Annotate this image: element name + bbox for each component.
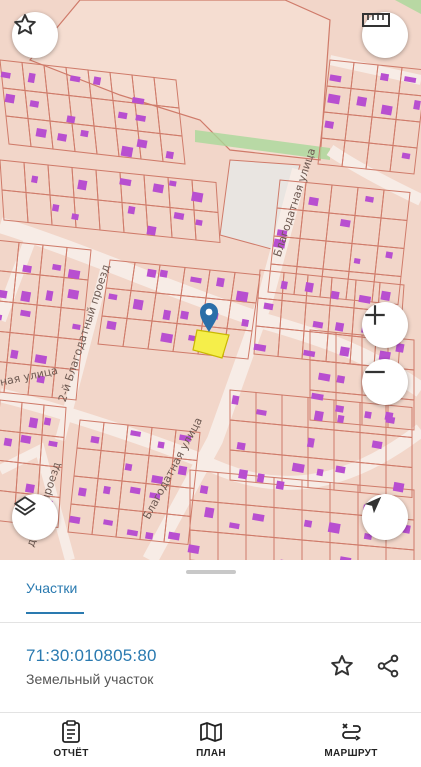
divider — [0, 712, 421, 713]
minus-icon — [365, 370, 385, 374]
star-outline-icon — [14, 14, 36, 35]
ruler-button[interactable] — [362, 12, 408, 58]
parcel-type: Земельный участок — [26, 671, 154, 687]
locate-button[interactable] — [362, 494, 408, 540]
nav-report-label: ОТЧЁТ — [53, 748, 89, 759]
divider — [0, 622, 421, 623]
nav-plan[interactable]: ПЛАН — [161, 720, 261, 759]
star-outline-icon — [331, 655, 353, 676]
zoom-in-button[interactable] — [362, 302, 408, 348]
share-button[interactable] — [372, 650, 404, 682]
ruler-icon — [362, 13, 390, 27]
tab-indicator — [26, 612, 84, 614]
map-canvas — [0, 0, 421, 565]
sheet-drag-handle[interactable] — [186, 570, 236, 574]
nav-report[interactable]: ОТЧЁТ — [21, 720, 121, 759]
favorite-button[interactable] — [326, 650, 358, 682]
favorite-map-button[interactable] — [12, 12, 58, 58]
tab-parcels[interactable]: Участки — [26, 580, 77, 596]
layers-button[interactable] — [12, 494, 58, 540]
clipboard-icon — [62, 720, 80, 743]
nav-route-label: МАРШРУТ — [324, 748, 378, 759]
map-icon — [200, 722, 222, 742]
share-icon — [377, 654, 399, 678]
plus-icon — [365, 305, 385, 325]
zoom-out-button[interactable] — [362, 359, 408, 405]
nav-route[interactable]: МАРШРУТ — [301, 720, 401, 759]
layers-icon — [14, 496, 36, 516]
route-icon — [342, 723, 361, 741]
cadastral-map[interactable]: Благодатная улица 2-й Благодатный проезд… — [0, 0, 421, 565]
parcel-info-sheet: Участки 71:30:010805:80 Земельный участо… — [0, 560, 421, 767]
cadastral-number[interactable]: 71:30:010805:80 — [26, 646, 157, 666]
nav-plan-label: ПЛАН — [196, 748, 226, 759]
navigation-arrow-icon — [364, 496, 382, 514]
